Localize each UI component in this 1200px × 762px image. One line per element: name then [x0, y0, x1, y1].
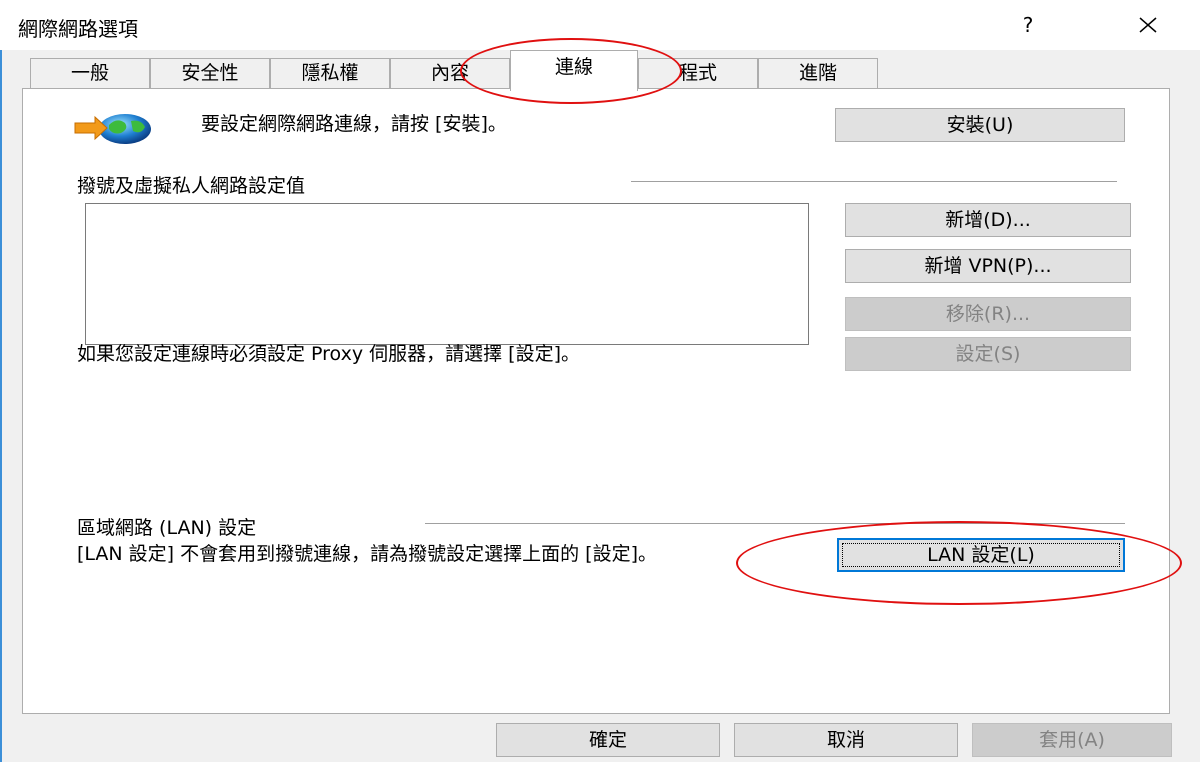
settings-button-label: 設定(S): [955, 343, 1021, 365]
cancel-button-label: 取消: [826, 729, 865, 751]
lan-heading: 區域網路 (LAN) 設定: [77, 517, 257, 539]
settings-button[interactable]: 設定(S): [845, 337, 1131, 371]
cancel-button[interactable]: 取消: [734, 723, 958, 757]
internet-options-dialog: 網際網路選項 ? 一般 安全性 隱私權 內容 連線 程式 進階 要設定網際網路連…: [0, 0, 1200, 762]
remove-button[interactable]: 移除(R)...: [845, 297, 1131, 331]
tab-connections[interactable]: 連線: [510, 50, 638, 91]
tab-privacy[interactable]: 隱私權: [270, 58, 390, 89]
tab-advanced[interactable]: 進階: [758, 58, 878, 89]
setup-button-label: 安裝(U): [946, 114, 1014, 136]
setup-button[interactable]: 安裝(U): [835, 108, 1125, 142]
tab-label: 安全性: [181, 62, 239, 84]
add-button[interactable]: 新增(D)...: [845, 203, 1131, 237]
close-icon: [1139, 17, 1157, 33]
connections-listbox[interactable]: [85, 203, 809, 345]
add-vpn-button[interactable]: 新增 VPN(P)...: [845, 249, 1131, 283]
tab-content[interactable]: 內容: [390, 58, 510, 89]
lan-settings-button-label: LAN 設定(L): [927, 544, 1035, 566]
lan-settings-button[interactable]: LAN 設定(L): [837, 538, 1125, 572]
tab-label: 一般: [70, 62, 109, 84]
tab-security[interactable]: 安全性: [150, 58, 270, 89]
tab-programs[interactable]: 程式: [638, 58, 758, 89]
tab-general[interactable]: 一般: [30, 58, 150, 89]
window-border: [0, 0, 2, 762]
apply-button[interactable]: 套用(A): [972, 723, 1172, 757]
connections-panel: 要設定網際網路連線，請按 [安裝]。 安裝(U) 撥號及虛擬私人網路設定值 新增…: [22, 88, 1170, 714]
title-bar: 網際網路選項 ?: [0, 0, 1200, 50]
lan-divider: [425, 523, 1125, 524]
ok-button-label: 確定: [588, 729, 627, 751]
window-title: 網際網路選項: [18, 17, 138, 41]
tab-label: 內容: [430, 62, 469, 84]
lan-note: [LAN 設定] 不會套用到撥號連線，請為撥號設定選擇上面的 [設定]。: [77, 543, 658, 565]
ok-button[interactable]: 確定: [496, 723, 720, 757]
help-button[interactable]: ?: [1014, 10, 1042, 40]
dialup-divider: [631, 181, 1117, 182]
tab-label: 進階: [798, 62, 837, 84]
apply-button-label: 套用(A): [1039, 729, 1105, 751]
network-setup-icon: [73, 107, 157, 147]
close-button[interactable]: [1130, 8, 1166, 42]
tab-label: 連線: [554, 56, 593, 78]
tab-label: 程式: [678, 62, 717, 84]
add-button-label: 新增(D)...: [945, 209, 1031, 231]
add-vpn-button-label: 新增 VPN(P)...: [924, 255, 1052, 277]
tab-label: 隱私權: [301, 62, 359, 84]
setup-instruction: 要設定網際網路連線，請按 [安裝]。: [201, 113, 507, 135]
dialup-heading: 撥號及虛擬私人網路設定值: [77, 175, 306, 197]
proxy-note: 如果您設定連線時必須設定 Proxy 伺服器，請選擇 [設定]。: [77, 343, 580, 365]
remove-button-label: 移除(R)...: [945, 303, 1031, 325]
